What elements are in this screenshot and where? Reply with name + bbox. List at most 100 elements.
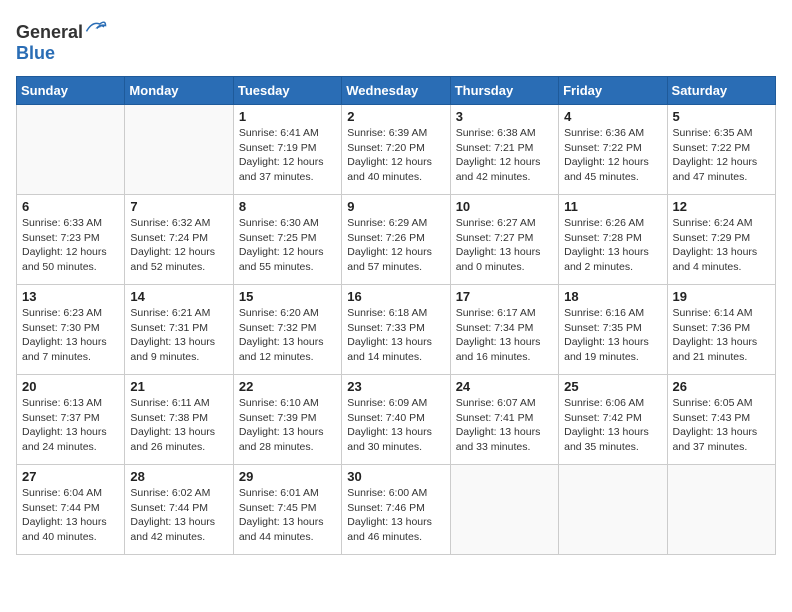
- day-info: Sunrise: 6:36 AM Sunset: 7:22 PM Dayligh…: [564, 126, 661, 185]
- calendar-day-cell: 24 Sunrise: 6:07 AM Sunset: 7:41 PM Dayli…: [450, 375, 558, 465]
- logo-blue: Blue: [16, 43, 55, 63]
- day-number: 22: [239, 379, 336, 394]
- page-header: General Blue: [16, 16, 776, 64]
- calendar-day-cell: 20 Sunrise: 6:13 AM Sunset: 7:37 PM Dayli…: [17, 375, 125, 465]
- calendar-day-cell: 4 Sunrise: 6:36 AM Sunset: 7:22 PM Daylig…: [559, 105, 667, 195]
- calendar-day-cell: 8 Sunrise: 6:30 AM Sunset: 7:25 PM Daylig…: [233, 195, 341, 285]
- calendar-day-cell: 6 Sunrise: 6:33 AM Sunset: 7:23 PM Daylig…: [17, 195, 125, 285]
- day-number: 14: [130, 289, 227, 304]
- day-info: Sunrise: 6:09 AM Sunset: 7:40 PM Dayligh…: [347, 396, 444, 455]
- calendar-day-cell: 10 Sunrise: 6:27 AM Sunset: 7:27 PM Dayli…: [450, 195, 558, 285]
- day-info: Sunrise: 6:24 AM Sunset: 7:29 PM Dayligh…: [673, 216, 770, 275]
- day-number: 11: [564, 199, 661, 214]
- calendar-day-cell: 18 Sunrise: 6:16 AM Sunset: 7:35 PM Dayli…: [559, 285, 667, 375]
- day-info: Sunrise: 6:07 AM Sunset: 7:41 PM Dayligh…: [456, 396, 553, 455]
- day-info: Sunrise: 6:30 AM Sunset: 7:25 PM Dayligh…: [239, 216, 336, 275]
- calendar-day-cell: 1Sunrise: 6:41 AM Sunset: 7:19 PM Daylig…: [233, 105, 341, 195]
- day-info: Sunrise: 6:17 AM Sunset: 7:34 PM Dayligh…: [456, 306, 553, 365]
- day-number: 16: [347, 289, 444, 304]
- calendar-day-cell: 13 Sunrise: 6:23 AM Sunset: 7:30 PM Dayli…: [17, 285, 125, 375]
- calendar-day-cell: 9 Sunrise: 6:29 AM Sunset: 7:26 PM Daylig…: [342, 195, 450, 285]
- calendar-day-cell: 25 Sunrise: 6:06 AM Sunset: 7:42 PM Dayli…: [559, 375, 667, 465]
- calendar-day-cell: 19 Sunrise: 6:14 AM Sunset: 7:36 PM Dayli…: [667, 285, 775, 375]
- weekday-header-wednesday: Wednesday: [342, 77, 450, 105]
- day-number: 13: [22, 289, 119, 304]
- calendar-day-cell: 23 Sunrise: 6:09 AM Sunset: 7:40 PM Dayli…: [342, 375, 450, 465]
- calendar-day-cell: 2 Sunrise: 6:39 AM Sunset: 7:20 PM Daylig…: [342, 105, 450, 195]
- day-number: 2: [347, 109, 444, 124]
- day-number: 12: [673, 199, 770, 214]
- day-info: Sunrise: 6:16 AM Sunset: 7:35 PM Dayligh…: [564, 306, 661, 365]
- weekday-header-saturday: Saturday: [667, 77, 775, 105]
- logo: General Blue: [16, 16, 107, 64]
- day-info: Sunrise: 6:23 AM Sunset: 7:30 PM Dayligh…: [22, 306, 119, 365]
- calendar-day-cell: [17, 105, 125, 195]
- day-number: 18: [564, 289, 661, 304]
- weekday-header-friday: Friday: [559, 77, 667, 105]
- day-info: Sunrise: 6:27 AM Sunset: 7:27 PM Dayligh…: [456, 216, 553, 275]
- day-info: Sunrise: 6:39 AM Sunset: 7:20 PM Dayligh…: [347, 126, 444, 185]
- calendar-day-cell: 16 Sunrise: 6:18 AM Sunset: 7:33 PM Dayli…: [342, 285, 450, 375]
- calendar-week-row: 20 Sunrise: 6:13 AM Sunset: 7:37 PM Dayli…: [17, 375, 776, 465]
- day-info: Sunrise: 6:18 AM Sunset: 7:33 PM Dayligh…: [347, 306, 444, 365]
- calendar-day-cell: 21Sunrise: 6:11 AM Sunset: 7:38 PM Dayli…: [125, 375, 233, 465]
- day-number: 4: [564, 109, 661, 124]
- day-info: Sunrise: 6:00 AM Sunset: 7:46 PM Dayligh…: [347, 486, 444, 545]
- day-number: 6: [22, 199, 119, 214]
- day-info: Sunrise: 6:10 AM Sunset: 7:39 PM Dayligh…: [239, 396, 336, 455]
- calendar-day-cell: 28 Sunrise: 6:02 AM Sunset: 7:44 PM Dayli…: [125, 465, 233, 555]
- day-number: 27: [22, 469, 119, 484]
- day-number: 10: [456, 199, 553, 214]
- calendar-week-row: 27 Sunrise: 6:04 AM Sunset: 7:44 PM Dayli…: [17, 465, 776, 555]
- calendar-day-cell: [125, 105, 233, 195]
- logo-text: General Blue: [16, 16, 107, 64]
- day-info: Sunrise: 6:35 AM Sunset: 7:22 PM Dayligh…: [673, 126, 770, 185]
- weekday-header-row: SundayMondayTuesdayWednesdayThursdayFrid…: [17, 77, 776, 105]
- day-number: 28: [130, 469, 227, 484]
- day-info: Sunrise: 6:26 AM Sunset: 7:28 PM Dayligh…: [564, 216, 661, 275]
- day-info: Sunrise: 6:14 AM Sunset: 7:36 PM Dayligh…: [673, 306, 770, 365]
- day-info: Sunrise: 6:29 AM Sunset: 7:26 PM Dayligh…: [347, 216, 444, 275]
- calendar-day-cell: [667, 465, 775, 555]
- day-number: 24: [456, 379, 553, 394]
- calendar-day-cell: 29 Sunrise: 6:01 AM Sunset: 7:45 PM Dayli…: [233, 465, 341, 555]
- logo-bird-icon: [85, 16, 107, 38]
- day-number: 17: [456, 289, 553, 304]
- day-number: 7: [130, 199, 227, 214]
- day-number: 9: [347, 199, 444, 214]
- calendar-week-row: 13 Sunrise: 6:23 AM Sunset: 7:30 PM Dayli…: [17, 285, 776, 375]
- day-info: Sunrise: 6:33 AM Sunset: 7:23 PM Dayligh…: [22, 216, 119, 275]
- day-number: 30: [347, 469, 444, 484]
- calendar-week-row: 1Sunrise: 6:41 AM Sunset: 7:19 PM Daylig…: [17, 105, 776, 195]
- day-number: 26: [673, 379, 770, 394]
- day-info: Sunrise: 6:01 AM Sunset: 7:45 PM Dayligh…: [239, 486, 336, 545]
- calendar-day-cell: 15Sunrise: 6:20 AM Sunset: 7:32 PM Dayli…: [233, 285, 341, 375]
- day-info: Sunrise: 6:05 AM Sunset: 7:43 PM Dayligh…: [673, 396, 770, 455]
- day-info: Sunrise: 6:04 AM Sunset: 7:44 PM Dayligh…: [22, 486, 119, 545]
- day-number: 5: [673, 109, 770, 124]
- day-info: Sunrise: 6:41 AM Sunset: 7:19 PM Dayligh…: [239, 126, 336, 185]
- weekday-header-sunday: Sunday: [17, 77, 125, 105]
- calendar-week-row: 6 Sunrise: 6:33 AM Sunset: 7:23 PM Daylig…: [17, 195, 776, 285]
- calendar-day-cell: 17 Sunrise: 6:17 AM Sunset: 7:34 PM Dayli…: [450, 285, 558, 375]
- day-number: 23: [347, 379, 444, 394]
- day-number: 29: [239, 469, 336, 484]
- day-info: Sunrise: 6:06 AM Sunset: 7:42 PM Dayligh…: [564, 396, 661, 455]
- calendar-day-cell: 12 Sunrise: 6:24 AM Sunset: 7:29 PM Dayli…: [667, 195, 775, 285]
- day-info: Sunrise: 6:11 AM Sunset: 7:38 PM Dayligh…: [130, 396, 227, 455]
- calendar-day-cell: 7Sunrise: 6:32 AM Sunset: 7:24 PM Daylig…: [125, 195, 233, 285]
- calendar-day-cell: 14Sunrise: 6:21 AM Sunset: 7:31 PM Dayli…: [125, 285, 233, 375]
- day-number: 19: [673, 289, 770, 304]
- calendar-day-cell: 26 Sunrise: 6:05 AM Sunset: 7:43 PM Dayli…: [667, 375, 775, 465]
- calendar-day-cell: 22 Sunrise: 6:10 AM Sunset: 7:39 PM Dayli…: [233, 375, 341, 465]
- day-info: Sunrise: 6:02 AM Sunset: 7:44 PM Dayligh…: [130, 486, 227, 545]
- day-number: 25: [564, 379, 661, 394]
- day-info: Sunrise: 6:13 AM Sunset: 7:37 PM Dayligh…: [22, 396, 119, 455]
- calendar-day-cell: 11 Sunrise: 6:26 AM Sunset: 7:28 PM Dayli…: [559, 195, 667, 285]
- day-number: 20: [22, 379, 119, 394]
- day-number: 8: [239, 199, 336, 214]
- calendar-day-cell: 3Sunrise: 6:38 AM Sunset: 7:21 PM Daylig…: [450, 105, 558, 195]
- weekday-header-thursday: Thursday: [450, 77, 558, 105]
- logo-general: General: [16, 22, 83, 42]
- calendar-table: SundayMondayTuesdayWednesdayThursdayFrid…: [16, 76, 776, 555]
